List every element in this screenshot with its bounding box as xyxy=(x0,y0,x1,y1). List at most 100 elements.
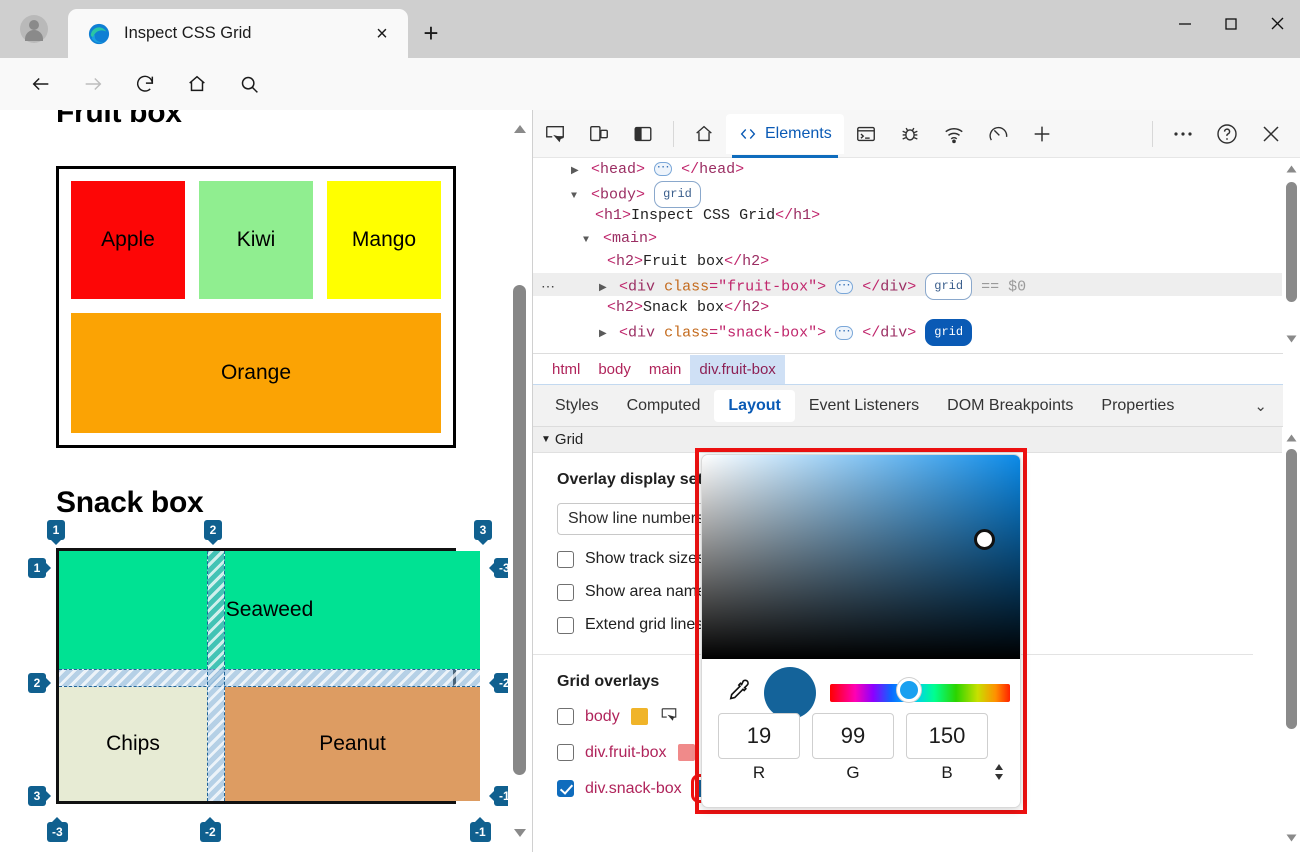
saturation-knob[interactable] xyxy=(974,529,995,550)
home-icon[interactable] xyxy=(174,64,220,104)
device-emulation-icon[interactable] xyxy=(577,114,621,154)
dom-text-h2-fruit: Fruit box xyxy=(643,253,725,270)
overlay-color-swatch-fruit-box[interactable] xyxy=(677,744,695,761)
page-scroll-thumb[interactable] xyxy=(513,285,526,775)
layout-scroll-down-icon[interactable] xyxy=(1282,829,1300,847)
dom-tree[interactable]: ▶ <head> ⋯ </head> ▼ <body> grid <h1>Ins… xyxy=(533,158,1283,353)
devtools-help-icon[interactable] xyxy=(1205,114,1249,154)
breadcrumb[interactable]: html body main div.fruit-box xyxy=(533,353,1283,385)
dom-selected-ref: == $0 xyxy=(981,278,1027,296)
close-window-button[interactable] xyxy=(1254,0,1300,47)
tab-console-icon[interactable] xyxy=(844,114,888,154)
checkbox-box[interactable] xyxy=(557,550,574,568)
reload-button[interactable] xyxy=(122,64,168,104)
search-icon[interactable] xyxy=(226,64,272,104)
dom-row[interactable]: ▶ <head> ⋯ </head> xyxy=(533,158,1283,181)
gridline-badge-col-bottom--2: -2 xyxy=(200,817,221,842)
collapsed-children-icon[interactable]: ⋯ xyxy=(835,279,854,294)
tab-title: Inspect CSS Grid xyxy=(124,24,252,42)
dom-tag-head: head xyxy=(600,161,637,178)
tab-close-icon[interactable]: × xyxy=(368,20,396,48)
new-tab-button[interactable]: + xyxy=(414,17,448,49)
grid-section-label: Grid xyxy=(554,431,584,448)
toolbar-divider-right xyxy=(1152,120,1153,147)
page-scrollbar[interactable] xyxy=(508,110,532,852)
grid-badge-snack-box[interactable]: grid xyxy=(925,319,973,346)
tab-elements[interactable]: Elements xyxy=(726,113,844,158)
devtools-home-icon[interactable] xyxy=(682,114,726,154)
devtools-close-button[interactable] xyxy=(1249,114,1293,154)
devtools-more-button[interactable] xyxy=(1161,114,1205,154)
expand-triangle-icon[interactable]: ▶ xyxy=(599,323,610,346)
tab-sources-debug-icon[interactable] xyxy=(888,114,932,154)
tab-properties[interactable]: Properties xyxy=(1087,390,1188,422)
collapse-triangle-icon[interactable]: ▼ xyxy=(583,229,594,252)
overlay-checkbox-body[interactable] xyxy=(557,708,574,725)
color-field-b[interactable]: 150 xyxy=(906,713,988,759)
back-button[interactable] xyxy=(18,64,64,104)
page-content: Fruit box Apple Kiwi Mango Orange Snack … xyxy=(0,110,515,842)
browser-tab[interactable]: Inspect CSS Grid × xyxy=(68,9,408,58)
gridline-badge-col-top-2: 2 xyxy=(204,520,222,545)
dom-scroll-down-icon[interactable] xyxy=(1282,330,1300,348)
maximize-button[interactable] xyxy=(1208,0,1254,47)
tab-network-icon[interactable] xyxy=(932,114,976,154)
eyedropper-icon[interactable] xyxy=(724,677,752,705)
color-picker-popup[interactable]: 19 99 150 R G B xyxy=(701,454,1021,808)
breadcrumb-item-html[interactable]: html xyxy=(543,355,589,384)
layout-scroll-thumb[interactable] xyxy=(1286,449,1297,729)
color-format-spinner-icon[interactable] xyxy=(992,761,1006,787)
checkbox-box[interactable] xyxy=(557,616,574,634)
collapsed-children-icon[interactable]: ⋯ xyxy=(654,161,673,177)
navigation-bar: https://microsoftedge.github.io/Demos/de… xyxy=(0,58,1300,162)
dom-row[interactable]: <h2>Fruit box</h2> xyxy=(533,250,1283,273)
checkbox-label: Show track sizes xyxy=(585,550,706,567)
section-caret-icon[interactable]: ▼ xyxy=(541,434,551,445)
minimize-button[interactable] xyxy=(1162,0,1208,47)
dock-side-icon[interactable] xyxy=(621,114,665,154)
dom-text-h1: Inspect CSS Grid xyxy=(631,207,776,224)
tab-performance-gauge-icon[interactable] xyxy=(976,114,1020,154)
checkbox-box[interactable] xyxy=(557,583,574,601)
tab-computed[interactable]: Computed xyxy=(613,390,715,422)
dom-row[interactable]: ▼ <main> xyxy=(533,227,1283,250)
collapsed-children-icon[interactable]: ⋯ xyxy=(835,325,854,340)
breadcrumb-item-main[interactable]: main xyxy=(640,355,691,384)
dom-row[interactable]: <h1>Inspect CSS Grid</h1> xyxy=(533,204,1283,227)
dom-scroll-up-icon[interactable] xyxy=(1282,160,1300,178)
dom-scroll-thumb[interactable] xyxy=(1286,182,1297,302)
dom-tree-scrollbar[interactable] xyxy=(1282,158,1300,353)
expand-triangle-icon[interactable]: ▶ xyxy=(571,160,582,183)
dom-row-selected[interactable]: ⋯ ▶ <div class="fruit-box"> ⋯ </div> gri… xyxy=(533,273,1283,300)
avatar xyxy=(20,15,48,43)
breadcrumb-item-body[interactable]: body xyxy=(589,355,640,384)
inspect-element-icon[interactable] xyxy=(533,114,577,154)
profile-button[interactable] xyxy=(12,10,56,48)
layout-scrollbar[interactable] xyxy=(1282,427,1300,852)
chevron-down-icon[interactable]: ⌄ xyxy=(1254,397,1267,415)
tab-layout[interactable]: Layout xyxy=(714,389,795,422)
fruit-cell-kiwi: Kiwi xyxy=(199,181,313,299)
dom-row[interactable]: <h2>Snack box</h2> xyxy=(533,296,1283,319)
tab-dom-breakpoints[interactable]: DOM Breakpoints xyxy=(933,390,1087,422)
tab-event-listeners[interactable]: Event Listeners xyxy=(795,390,933,422)
tab-styles[interactable]: Styles xyxy=(541,390,613,422)
breadcrumb-item-div-fruit-box[interactable]: div.fruit-box xyxy=(690,354,785,384)
overlay-select-icon-body[interactable] xyxy=(659,705,679,728)
forward-button[interactable] xyxy=(70,64,116,104)
window-controls xyxy=(1162,0,1300,47)
hue-slider-knob[interactable] xyxy=(897,678,921,702)
devtools-add-tab-button[interactable] xyxy=(1020,114,1064,154)
saturation-value-area[interactable] xyxy=(702,455,1020,659)
dom-row[interactable]: ▶ <div class="snack-box"> ⋯ </div> grid xyxy=(533,319,1283,346)
page-scroll-up-icon[interactable] xyxy=(508,118,532,140)
color-field-r[interactable]: 19 xyxy=(718,713,800,759)
overlay-color-swatch-body[interactable] xyxy=(630,708,648,725)
layout-scroll-up-icon[interactable] xyxy=(1282,429,1300,447)
overlay-checkbox-snack-box[interactable] xyxy=(557,780,574,797)
fruit-box-grid: Apple Kiwi Mango Orange xyxy=(56,166,456,448)
overlay-checkbox-fruit-box[interactable] xyxy=(557,744,574,761)
dom-row[interactable]: ▼ <body> grid xyxy=(533,181,1283,208)
color-field-g[interactable]: 99 xyxy=(812,713,894,759)
page-scroll-down-icon[interactable] xyxy=(508,822,532,844)
